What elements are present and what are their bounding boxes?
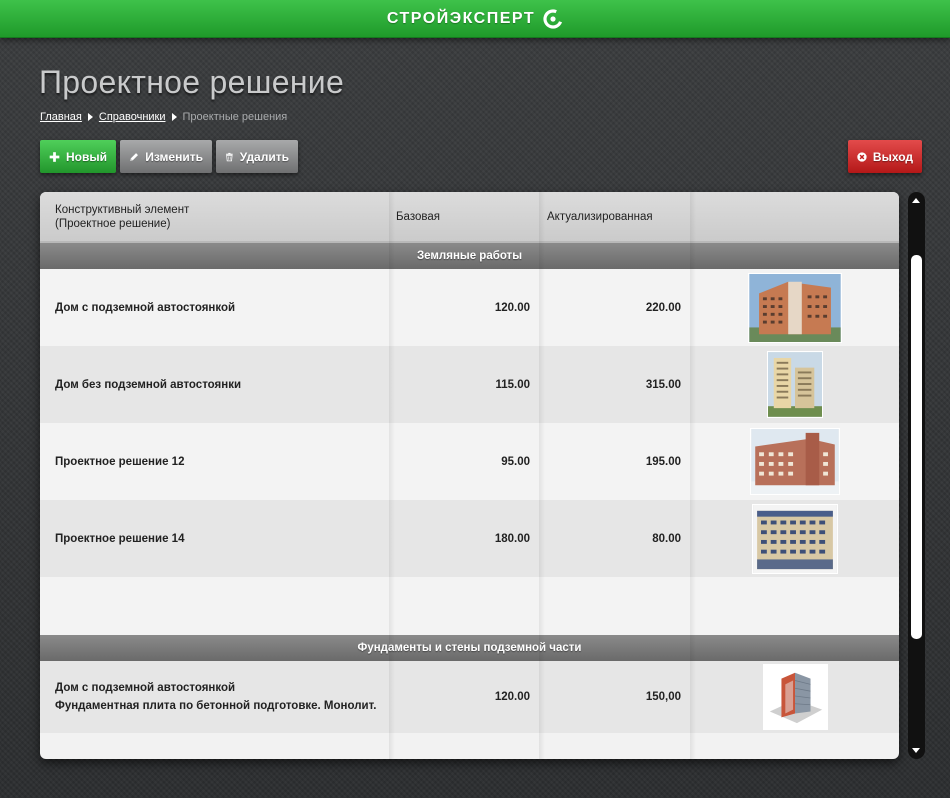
table-row[interactable]: Дом без подземной автостоянки 115.00 315… [40,346,899,423]
row-actual-value: 220.00 [645,301,681,314]
column-header-base[interactable]: Базовая [396,192,536,241]
scroll-up-arrow-icon[interactable] [912,198,920,203]
brand-name: СТРОЙЭКСПЕРТ [386,9,536,27]
row-actual-value: 195.00 [645,455,681,468]
table-header: Конструктивный элемент (Проектное решени… [40,192,899,243]
pencil-icon [130,152,138,161]
row-base-value: 95.00 [501,455,530,468]
row-name: Дом с подземной автостоянкой [55,682,236,694]
page-title: Проектное решение [39,64,345,100]
group-header-earthworks: Земляные работы [40,243,899,269]
row-description: Фундаментная плита по бетонной подготовк… [55,700,377,712]
close-circle-icon [857,151,867,162]
row-base-value: 180.00 [494,532,530,545]
data-grid: Конструктивный элемент (Проектное решени… [40,192,899,759]
delete-button-label: Удалить [239,149,289,164]
breadcrumb-home[interactable]: Главная [40,111,82,123]
exit-button[interactable]: Выход [848,140,922,173]
table-row[interactable]: Проектное решение 12 95.00 195.00 [40,423,899,500]
row-base-value: 115.00 [495,378,530,391]
new-button-label: Новый [66,149,107,164]
table-row[interactable]: Дом с подземной автостоянкой Фундаментна… [40,661,899,733]
column-header-element[interactable]: Конструктивный элемент (Проектное решени… [55,192,385,241]
empty-row [40,577,899,635]
building-photo-icon [752,503,838,574]
group-header-foundations: Фундаменты и стены подземной части [40,635,899,661]
row-name: Дом без подземной автостоянки [55,378,242,391]
breadcrumb-arrow-icon [171,113,177,121]
edit-button[interactable]: Изменить [120,140,212,173]
breadcrumb: Главная Справочники Проектные решения [40,111,287,123]
breadcrumb-current: Проектные решения [182,111,288,123]
row-name: Проектное решение 14 [55,532,185,545]
c-logo-icon [543,8,563,29]
vertical-scrollbar[interactable] [908,192,925,759]
edit-button-label: Изменить [145,149,203,164]
row-base-value: 120.00 [494,301,530,314]
row-base-value: 120.00 [494,691,530,703]
table-row[interactable]: Дом с подземной автостоянкой 120.00 220.… [40,269,899,346]
brand[interactable]: СТРОЙЭКСПЕРТ [386,8,563,29]
column-header-actual[interactable]: Актуализированная [547,192,687,241]
row-actual-value: 150,00 [645,691,681,703]
row-actual-value: 80.00 [652,532,681,545]
top-bar: СТРОЙЭКСПЕРТ [0,0,950,38]
delete-button[interactable]: Удалить [216,140,298,173]
breadcrumb-directories[interactable]: Справочники [99,111,166,123]
new-button[interactable]: Новый [40,140,116,173]
scroll-thumb[interactable] [911,255,922,639]
exit-button-label: Выход [872,149,913,164]
row-name: Дом с подземной автостоянкой [55,301,236,314]
building-photo-icon [748,272,842,343]
scroll-down-arrow-icon[interactable] [912,748,920,753]
trash-icon [226,152,233,161]
table-row[interactable]: Проектное решение 14 180.00 80.00 [40,500,899,577]
breadcrumb-arrow-icon [87,113,93,121]
row-actual-value: 315.00 [645,378,681,391]
building-photo-icon [750,428,840,495]
building-photo-icon [767,351,823,418]
plus-icon [49,151,60,162]
building-render-icon [762,664,828,730]
row-name: Проектное решение 12 [55,455,185,468]
